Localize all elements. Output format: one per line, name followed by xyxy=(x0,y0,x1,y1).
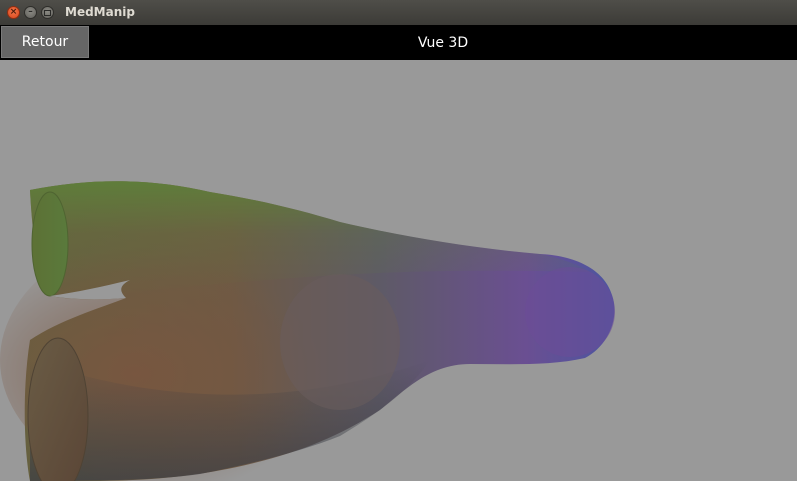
back-button[interactable]: Retour xyxy=(1,26,89,58)
app-window: × – MedManip Vue 3D Retour xyxy=(0,0,797,481)
window-title: MedManip xyxy=(65,5,135,19)
toolbar: Vue 3D Retour xyxy=(0,25,797,60)
3d-viewport[interactable] xyxy=(0,60,797,481)
maximize-icon[interactable] xyxy=(41,6,54,19)
3d-model[interactable] xyxy=(0,60,797,481)
minimize-icon[interactable]: – xyxy=(24,6,37,19)
view-title: Vue 3D xyxy=(417,34,469,51)
window-titlebar[interactable]: × – MedManip xyxy=(0,0,797,25)
close-icon[interactable]: × xyxy=(7,6,20,19)
upper-tube-opening xyxy=(31,191,69,297)
side-opening xyxy=(280,274,400,410)
lower-tube-opening xyxy=(27,337,89,481)
